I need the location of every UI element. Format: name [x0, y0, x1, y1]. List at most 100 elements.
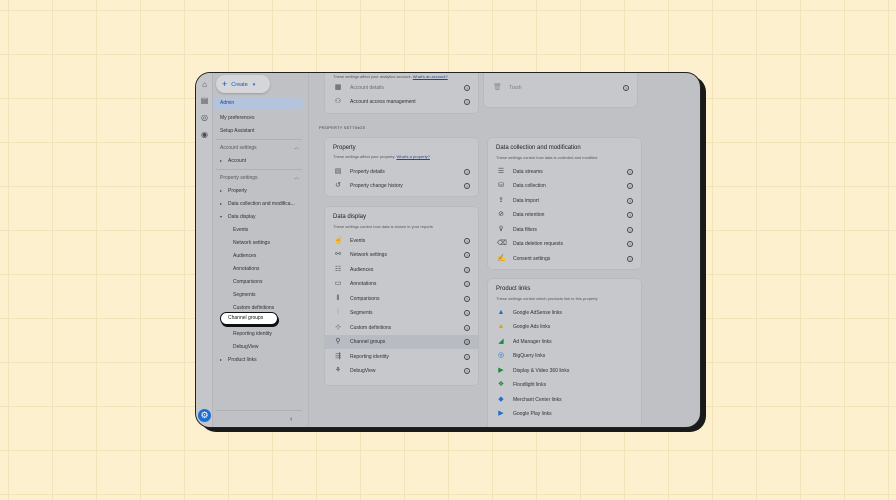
audiences-row[interactable]: ☷ Audiences? [325, 263, 478, 277]
help-icon[interactable]: ? [464, 325, 470, 331]
google-play-links-row[interactable]: ▶ Google Play links [488, 407, 641, 421]
help-icon[interactable]: ? [464, 339, 470, 345]
help-icon[interactable]: ? [464, 252, 470, 258]
help-icon[interactable]: ? [623, 85, 629, 91]
data-streams-row[interactable]: ☰ Data streams? [488, 165, 641, 179]
gear-icon[interactable]: ⚙ [198, 409, 211, 422]
help-icon[interactable]: ? [627, 198, 633, 204]
help-icon[interactable]: ? [464, 99, 470, 105]
streams-icon: ☰ [497, 168, 505, 175]
debugview-row[interactable]: ⚘ DebugView? [325, 364, 478, 378]
sidebar-item-admin[interactable]: Admin [214, 97, 304, 110]
chevron-up-icon[interactable]: ︿ [294, 173, 299, 183]
sidebar-sub-reporting-identity[interactable]: Reporting identity [233, 329, 272, 339]
sidebar-item-data-collection[interactable]: ▸ Data collection and modifica... [220, 199, 295, 209]
segments-row[interactable]: ⫶ Segments? [325, 306, 478, 320]
sidebar-item-product-links[interactable]: ▸ Product links [220, 355, 257, 365]
advertising-icon[interactable]: ◉ [200, 130, 209, 139]
floodlight-links-row[interactable]: ❖ Floodlight links [488, 378, 641, 392]
help-icon[interactable]: ? [627, 212, 633, 218]
help-icon[interactable]: ? [464, 169, 470, 175]
sidebar-sub-audiences[interactable]: Audiences [233, 251, 256, 261]
sidebar-sub-debugview[interactable]: DebugView [233, 342, 258, 352]
reports-icon[interactable]: ▤ [200, 96, 209, 105]
network-icon: ⚯ [335, 251, 341, 258]
account-details-row[interactable]: ▦ Account details? [325, 81, 478, 95]
identity-icon: ⇶ [335, 353, 341, 360]
network-settings-row[interactable]: ⚯ Network settings? [325, 248, 478, 262]
trash-card: 🗑 Trash? [484, 73, 637, 107]
channel-groups-row[interactable]: ⚲ Channel groups? [325, 335, 478, 349]
sidebar-sub-events[interactable]: Events [233, 225, 248, 235]
trash-row[interactable]: 🗑 Trash? [484, 81, 637, 95]
help-icon[interactable]: ? [464, 183, 470, 189]
sidebar-item-account[interactable]: ▸ Account [220, 156, 246, 166]
row-label: Data filters [513, 227, 537, 233]
sidebar-item-my-preferences[interactable]: My preferences [220, 113, 254, 123]
property-change-history-row[interactable]: ↺ Property change history? [325, 179, 478, 193]
sidebar-item-property[interactable]: ▸ Property [220, 186, 247, 196]
row-label: Google AdSense links [513, 310, 562, 316]
account-card-subtitle: These settings affect your analytics acc… [333, 74, 448, 79]
reporting-identity-row[interactable]: ⇶ Reporting identity? [325, 350, 478, 364]
events-row[interactable]: ☝ Events? [325, 234, 478, 248]
help-icon[interactable]: ? [464, 281, 470, 287]
chevron-up-icon[interactable]: ︿ [294, 143, 299, 153]
account-access-row[interactable]: ⚇ Account access management? [325, 95, 478, 109]
comparisons-row[interactable]: ⫴ Comparisons? [325, 292, 478, 306]
sidebar-sub-comparisons[interactable]: Comparisons [233, 277, 262, 287]
channel-icon: ⚲ [335, 338, 341, 345]
help-icon[interactable]: ? [464, 354, 470, 360]
row-label: Network settings [350, 252, 387, 258]
help-icon[interactable]: ? [464, 267, 470, 273]
adsense-links-row[interactable]: ▲ Google AdSense links [488, 306, 641, 320]
help-icon[interactable]: ? [627, 227, 633, 233]
consent-settings-row[interactable]: ✍ Consent settings? [488, 252, 641, 266]
dv360-icon: ▶ [498, 367, 504, 374]
table-icon: ▤ [334, 168, 342, 175]
bigquery-links-row[interactable]: ◎ BigQuery links [488, 349, 641, 363]
custom-definitions-row[interactable]: ⊹ Custom definitions? [325, 321, 478, 335]
row-label: Google Play links [513, 411, 552, 417]
help-icon[interactable]: ? [464, 85, 470, 91]
google-ads-links-row[interactable]: ▲ Google Ads links [488, 320, 641, 334]
upload-icon: ⇪ [498, 197, 504, 204]
create-button[interactable]: + Create ▾ [216, 75, 270, 93]
help-icon[interactable]: ? [464, 310, 470, 316]
whats-a-property-link[interactable]: What's a property? [396, 154, 429, 159]
property-details-row[interactable]: ▤ Property details? [325, 165, 478, 179]
help-icon[interactable]: ? [627, 256, 633, 262]
data-import-row[interactable]: ⇪ Data import? [488, 194, 641, 208]
help-icon[interactable]: ? [627, 241, 633, 247]
help-icon[interactable]: ? [464, 238, 470, 244]
property-settings-header[interactable]: Property settings [220, 173, 258, 183]
help-icon[interactable]: ? [627, 169, 633, 175]
data-deletion-requests-row[interactable]: ⌫ Data deletion requests? [488, 237, 641, 251]
data-collection-row[interactable]: ⛁ Data collection? [488, 179, 641, 193]
sidebar-sub-annotations[interactable]: Annotations [233, 264, 259, 274]
merchant-center-links-row[interactable]: ◆ Merchant Center links [488, 393, 641, 407]
help-icon[interactable]: ? [464, 368, 470, 374]
home-icon[interactable]: ⌂ [200, 80, 209, 89]
annotations-row[interactable]: ▭ Annotations? [325, 277, 478, 291]
account-settings-header[interactable]: Account settings [220, 143, 257, 153]
audience-icon: ☷ [334, 266, 342, 273]
sidebar-sub-network-settings[interactable]: Network settings [233, 238, 270, 248]
help-icon[interactable]: ? [627, 183, 633, 189]
chevron-left-icon[interactable]: ‹ [290, 416, 292, 423]
data-retention-row[interactable]: ⊘ Data retention? [488, 208, 641, 222]
divider [216, 169, 302, 170]
ad-manager-links-row[interactable]: ◢ Ad Manager links [488, 335, 641, 349]
row-label: Display & Video 360 links [513, 368, 570, 374]
sidebar-sub-channel-groups[interactable]: Channel groups [220, 312, 278, 325]
dv360-links-row[interactable]: ▶ Display & Video 360 links [488, 364, 641, 378]
whats-an-account-link[interactable]: What's an account? [413, 74, 448, 79]
help-icon[interactable]: ? [464, 296, 470, 302]
sidebar-sub-segments[interactable]: Segments [233, 290, 256, 300]
sidebar-item-setup-assistant[interactable]: Setup Assistant [220, 126, 254, 136]
google-ads-icon: ▲ [497, 323, 505, 330]
account-card: These settings affect your analytics acc… [325, 73, 478, 113]
data-filters-row[interactable]: ⊽ Data filters? [488, 223, 641, 237]
explore-icon[interactable]: ◎ [200, 113, 209, 122]
sidebar-item-data-display[interactable]: ▾ Data display [220, 212, 256, 222]
